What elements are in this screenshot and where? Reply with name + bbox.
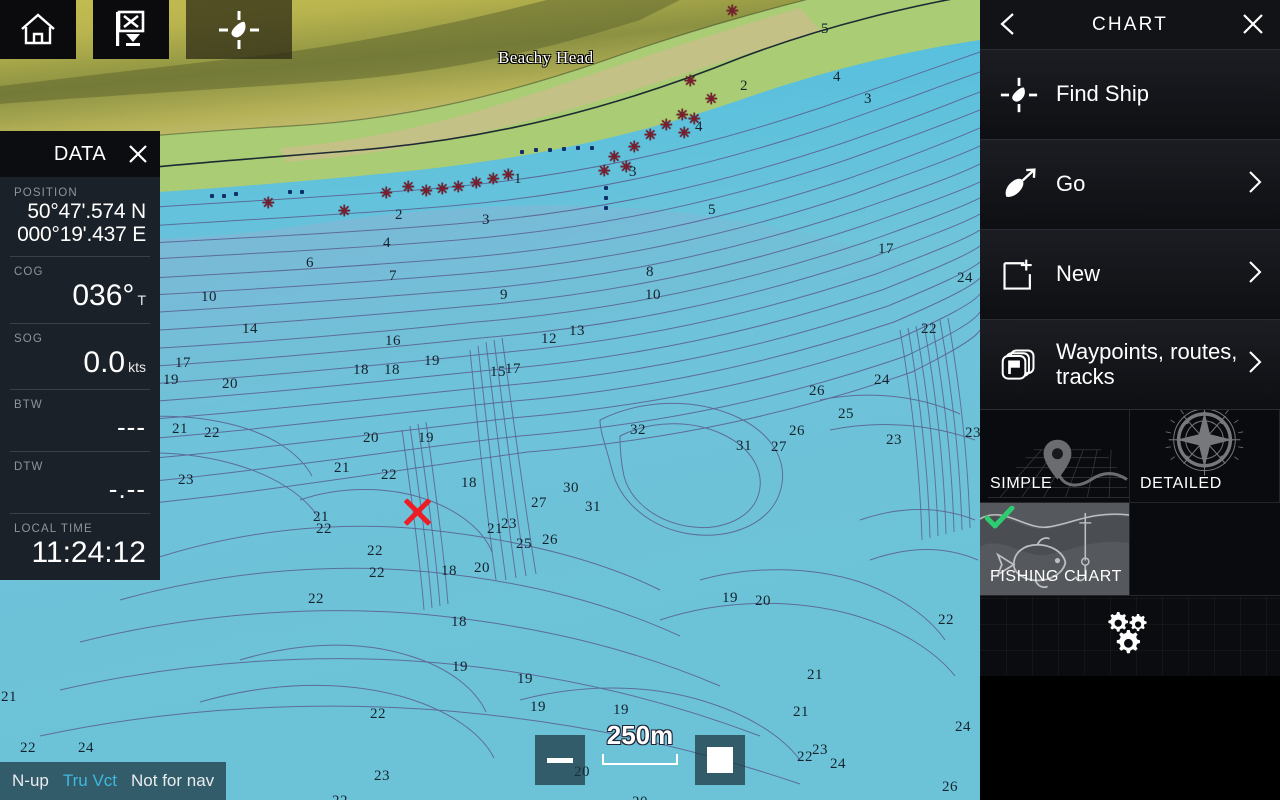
motion-mode[interactable]: Tru Vct	[63, 771, 117, 791]
cog-unit: T	[137, 292, 146, 309]
chart-plotter-app: ✳ ✳ ✳ ✳ ✳ ✳ ✳ ✳ ✳ ✳ ✳ ✳ ✳ ✳ ✳ ✳ ✳ ✳ ✳ ✳ …	[0, 0, 1280, 800]
minus-icon	[547, 757, 573, 763]
data-label: SOG	[14, 332, 43, 345]
man-overboard-button[interactable]	[93, 0, 169, 59]
red-x-cursor	[402, 497, 432, 527]
data-row-dtw: DTW -.--	[0, 451, 160, 513]
chart-panel-header: CHART	[980, 0, 1280, 49]
find-ship-button[interactable]	[186, 0, 292, 59]
chart-style-tile-fishing[interactable]: FISHING CHART	[980, 503, 1130, 596]
data-label: COG	[14, 266, 44, 279]
chevron-slot	[1246, 349, 1266, 380]
sog-value: 0.0	[83, 345, 126, 379]
data-label: LOCAL TIME	[14, 523, 93, 536]
sog-value-wrap: 0.0 kts	[14, 345, 146, 379]
place-name-label: Beachy Head	[498, 48, 594, 67]
zoom-out-button[interactable]	[535, 735, 585, 785]
data-row-local-time: LOCAL TIME 11:24:12	[0, 513, 160, 579]
data-label: BTW	[14, 399, 43, 412]
menu-item-waypoints-routes-tracks[interactable]: Waypoints, routes, tracks	[980, 319, 1280, 409]
top-toolbar	[0, 0, 292, 59]
data-row-btw: BTW ---	[0, 389, 160, 451]
chart-menu-panel: CHART Find Ship Go New Waypoints, routes…	[980, 0, 1280, 676]
cog-value: 036°	[72, 279, 135, 313]
data-row-sog: SOG 0.0 kts	[0, 322, 160, 389]
menu-item-label: New	[1056, 261, 1101, 287]
home-icon	[21, 12, 55, 44]
status-bar: N-up Tru Vct Not for nav	[0, 762, 227, 800]
menu-item-label: Go	[1056, 171, 1086, 197]
chevron-right-icon	[1249, 351, 1262, 373]
menu-item-label: Waypoints, routes, tracks	[1056, 338, 1238, 389]
plus-icon	[707, 747, 733, 773]
close-icon[interactable]	[1240, 11, 1266, 37]
data-panel-header: DATA	[0, 131, 160, 177]
new-item-icon	[1003, 259, 1032, 290]
data-panel-title: DATA	[53, 142, 107, 165]
chart-panel-title: CHART	[1091, 13, 1169, 35]
chevron-slot	[1246, 259, 1266, 290]
chevron-slot	[1246, 169, 1266, 200]
menu-item-new[interactable]: New	[980, 229, 1280, 319]
tile-label: SIMPLE	[990, 475, 1053, 492]
data-label: POSITION	[14, 187, 78, 199]
data-row-cog: COG 036° T	[0, 256, 160, 322]
btw-value: ---	[117, 412, 146, 443]
selected-check-icon	[985, 506, 1015, 529]
find-ship-icon	[219, 10, 259, 49]
mob-flag-icon	[116, 10, 145, 46]
dtw-value: -.--	[108, 474, 146, 505]
icon-slot	[996, 256, 1042, 294]
sog-unit: kts	[128, 358, 146, 375]
chart-style-tile-empty	[1130, 503, 1280, 596]
zoom-controls	[535, 735, 745, 785]
chart-style-tiles: SIMPLE DETAILED FISHING CHART	[980, 409, 1280, 596]
menu-item-go[interactable]: Go	[980, 139, 1280, 229]
menu-item-label: Find Ship	[1056, 81, 1149, 107]
data-row-position: POSITION 50°47'.574 N 000°19'.437 E	[0, 177, 160, 256]
chart-style-tile-detailed[interactable]: DETAILED	[1130, 410, 1280, 503]
go-arrow-icon	[1005, 167, 1036, 197]
menu-item-find-ship[interactable]: Find Ship	[980, 49, 1280, 139]
waypoints-stack-icon	[1001, 349, 1035, 380]
chevron-left-icon[interactable]	[996, 11, 1022, 37]
data-panel: DATA POSITION 50°47'.574 N 000°19'.437 E…	[0, 131, 160, 580]
icon-slot	[996, 346, 1042, 384]
local-time-value: 11:24:12	[31, 536, 146, 570]
gears-icon	[1108, 612, 1147, 654]
chart-settings-button[interactable]	[980, 590, 1280, 676]
not-for-nav-warning: Not for nav	[131, 771, 215, 790]
data-label: DTW	[14, 461, 44, 474]
close-icon[interactable]	[126, 142, 150, 166]
tile-label: DETAILED	[1140, 475, 1222, 492]
icon-slot	[996, 166, 1042, 204]
cog-value-wrap: 036° T	[14, 280, 146, 312]
tile-label: FISHING CHART	[990, 568, 1122, 585]
home-button[interactable]	[0, 0, 76, 59]
orientation-mode[interactable]: N-up	[12, 771, 49, 791]
find-ship-icon	[1000, 77, 1038, 112]
position-lat-value: 50°47'.574 N	[27, 200, 146, 223]
zoom-in-button[interactable]	[695, 735, 745, 785]
icon-slot	[996, 76, 1042, 114]
chevron-right-icon	[1249, 261, 1262, 283]
position-lon-value: 000°19'.437 E	[17, 222, 146, 246]
chart-style-tile-simple[interactable]: SIMPLE	[980, 410, 1130, 503]
chevron-right-icon	[1249, 171, 1262, 193]
